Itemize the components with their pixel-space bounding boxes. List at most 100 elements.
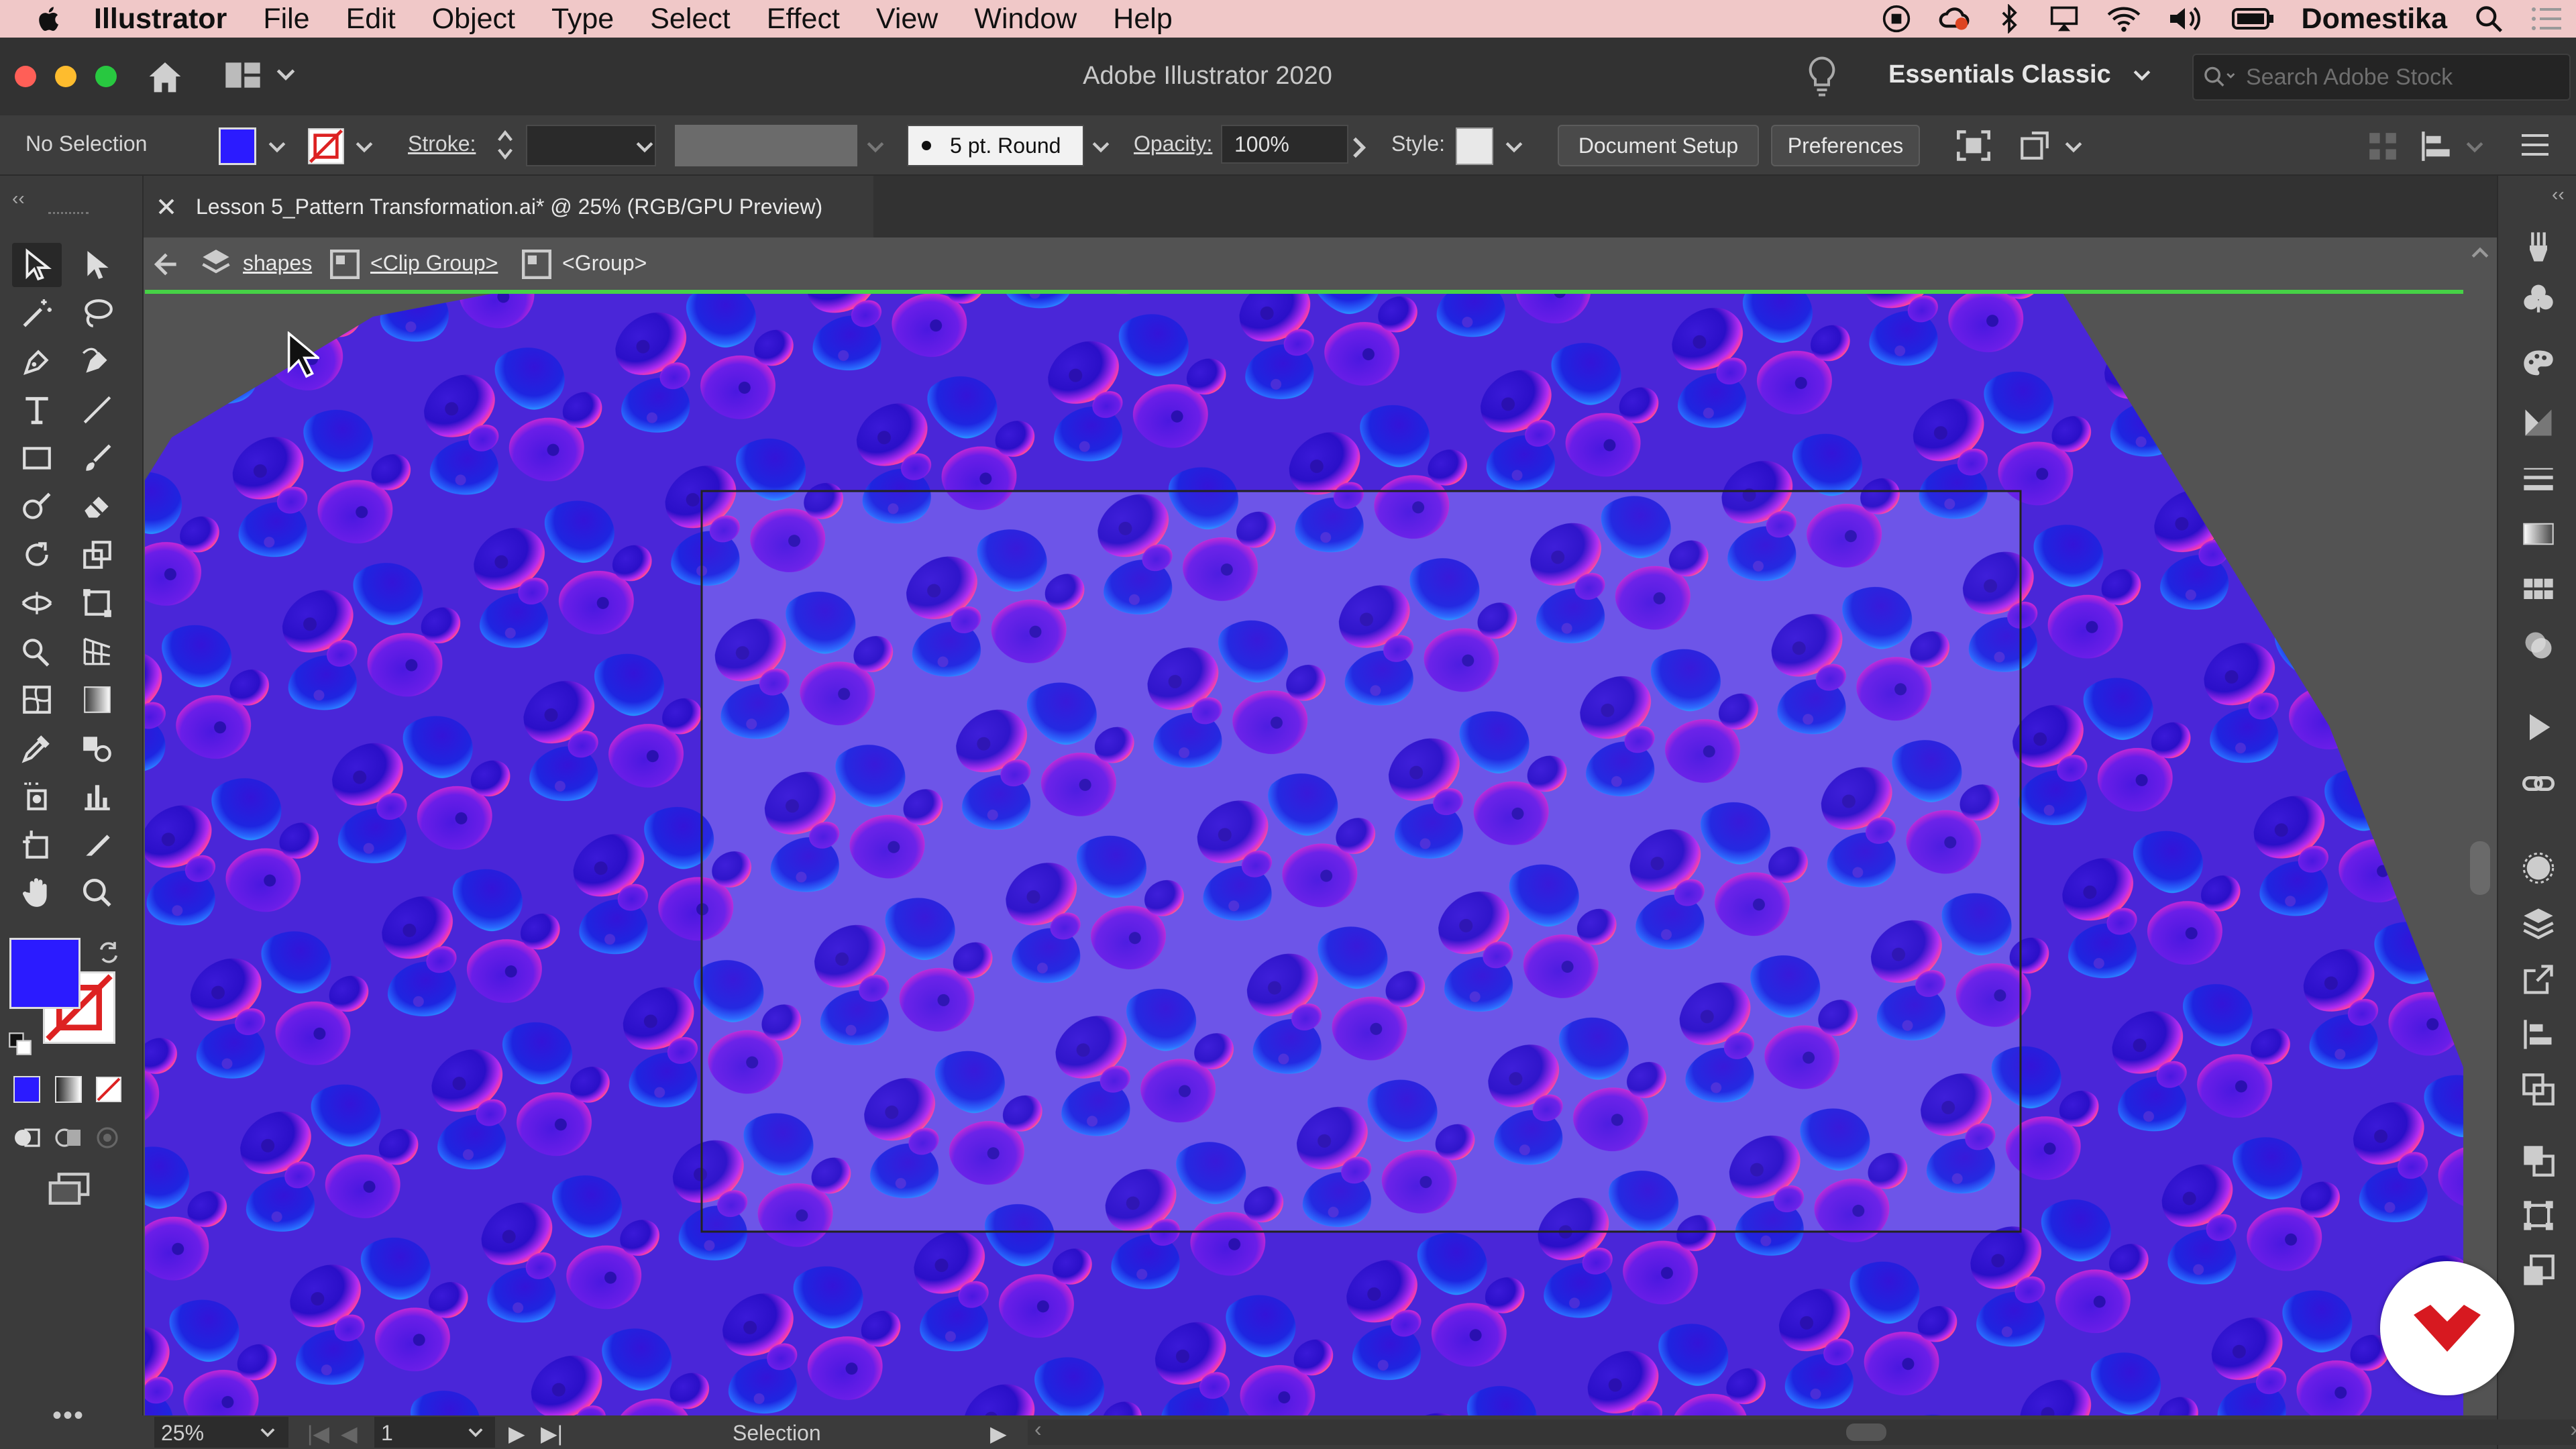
gradient-tool-icon[interactable] [72, 678, 122, 722]
vertical-scroll-thumb[interactable] [2470, 841, 2490, 895]
menu-file[interactable]: File [263, 3, 309, 36]
adobe-stock-search[interactable]: Search Adobe Stock [2192, 54, 2571, 101]
lasso-tool-icon[interactable] [72, 291, 122, 335]
opacity-arrow-icon[interactable] [1352, 137, 1367, 158]
align-chevron-icon[interactable] [2466, 141, 2483, 154]
variable-width-profile[interactable] [675, 125, 857, 166]
align-grid-icon[interactable] [2368, 131, 2398, 161]
first-artboard-icon[interactable]: |◀ [307, 1421, 329, 1446]
color-mode-button[interactable] [13, 1076, 40, 1103]
slice-tool-icon[interactable] [72, 822, 122, 867]
volume-icon[interactable] [2167, 4, 2205, 34]
home-icon[interactable] [146, 59, 184, 94]
lightbulb-icon[interactable] [1809, 56, 1835, 97]
status-menu-arrow-icon[interactable]: ▶ [990, 1421, 1007, 1446]
swap-fill-stroke-icon[interactable] [97, 941, 121, 965]
artboard-tool-icon[interactable] [12, 822, 62, 867]
variable-width-chevron-icon[interactable] [867, 141, 884, 154]
blend-tool-icon[interactable] [72, 726, 122, 770]
appearance-panel-icon[interactable] [2517, 624, 2560, 667]
scale-tool-icon[interactable] [72, 533, 122, 577]
mesh-tool-icon[interactable] [12, 678, 62, 722]
menu-object[interactable]: Object [432, 3, 515, 36]
color-guide-panel-icon[interactable] [2517, 342, 2560, 385]
pen-tool-icon[interactable] [12, 339, 62, 384]
menu-select[interactable]: Select [650, 3, 731, 36]
menu-window[interactable]: Window [974, 3, 1077, 36]
menu-effect[interactable]: Effect [767, 3, 840, 36]
rotate-tool-icon[interactable] [12, 533, 62, 577]
fill-color-swatch[interactable] [219, 127, 256, 165]
width-tool-icon[interactable] [12, 581, 62, 625]
graphic-style-swatch[interactable] [1456, 127, 1493, 165]
horizontal-scroll-thumb[interactable] [1846, 1424, 1886, 1441]
menubar-user[interactable]: Domestika [2302, 3, 2447, 36]
workspace-switcher[interactable]: Essentials Classic [1888, 60, 2111, 89]
fill-chevron-icon[interactable] [268, 141, 286, 154]
symbol-sprayer-tool-icon[interactable] [12, 774, 62, 818]
panel-menu-icon[interactable] [2520, 131, 2551, 158]
column-graph-tool-icon[interactable] [72, 774, 122, 818]
expand-panels-icon[interactable]: ‹‹ [2552, 184, 2565, 205]
eraser-tool-icon[interactable] [72, 484, 122, 529]
airplay-icon[interactable] [2048, 4, 2080, 34]
line-segment-tool-icon[interactable] [72, 388, 122, 432]
zoom-tool-icon[interactable] [72, 871, 122, 915]
rectangle-tool-icon[interactable] [12, 436, 62, 480]
paintbrush-tool-icon[interactable] [72, 436, 122, 480]
spotlight-search-icon[interactable] [2474, 4, 2504, 34]
breadcrumb-layer[interactable]: shapes [243, 251, 312, 276]
brush-definition-field[interactable]: 5 pt. Round [907, 125, 1084, 166]
next-artboard-icon[interactable]: ▶ [508, 1421, 525, 1446]
type-tool-icon[interactable] [12, 388, 62, 432]
direct-selection-tool-icon[interactable] [72, 243, 122, 287]
transform-icon[interactable] [2018, 129, 2051, 162]
document-tab[interactable]: Lesson 5_Pattern Transformation.ai* @ 25… [142, 176, 873, 237]
draw-inside-icon[interactable] [94, 1124, 121, 1151]
stroke-panel-icon[interactable] [2517, 458, 2560, 500]
bluetooth-icon[interactable] [1997, 4, 2021, 34]
transform-panel-icon[interactable] [2517, 1194, 2560, 1237]
shaper-tool-icon[interactable] [12, 484, 62, 529]
window-minimize-button[interactable] [55, 66, 76, 87]
gradient-mode-button[interactable] [55, 1076, 82, 1103]
record-icon[interactable] [1882, 4, 1911, 34]
preferences-button[interactable]: Preferences [1771, 125, 1920, 166]
stroke-weight-chevron-icon[interactable] [636, 141, 653, 154]
draw-normal-icon[interactable] [12, 1124, 42, 1151]
collapse-tools-icon[interactable]: ‹‹ [12, 188, 25, 209]
horizontal-scrollbar[interactable]: ‹ › [1028, 1417, 2576, 1445]
workspace-chevron-icon[interactable] [2133, 68, 2151, 83]
draw-behind-icon[interactable] [54, 1124, 83, 1151]
zoom-chevron-icon[interactable] [260, 1428, 275, 1438]
opacity-field[interactable]: 100% [1221, 125, 1348, 164]
align-left-icon[interactable] [2420, 130, 2453, 162]
brush-chevron-icon[interactable] [1092, 141, 1110, 154]
eyedropper-tool-icon[interactable] [12, 726, 62, 770]
menu-view[interactable]: View [876, 3, 938, 36]
screen-mode-icon[interactable] [47, 1171, 91, 1206]
menu-edit[interactable]: Edit [346, 3, 396, 36]
none-mode-button[interactable] [95, 1076, 122, 1103]
vertical-scrollbar[interactable] [2463, 237, 2497, 1419]
symbols-panel-icon[interactable] [2517, 276, 2560, 319]
notification-center-icon[interactable] [2530, 4, 2563, 34]
brushes-panel-icon[interactable] [2517, 225, 2560, 268]
swatches-panel-icon[interactable] [2517, 569, 2560, 612]
hand-tool-icon[interactable] [12, 871, 62, 915]
magic-wand-tool-icon[interactable] [12, 291, 62, 335]
stroke-label[interactable]: Stroke: [408, 131, 476, 156]
scroll-left-icon[interactable]: ‹ [1034, 1417, 1042, 1442]
breadcrumb-clip-group[interactable]: <Clip Group> [370, 251, 498, 276]
window-close-button[interactable] [15, 66, 36, 87]
asset-export-panel-icon[interactable] [2517, 958, 2560, 1001]
graphic-styles-panel-icon[interactable] [2517, 847, 2560, 890]
default-fill-stroke-icon[interactable] [8, 1032, 32, 1056]
perspective-grid-tool-icon[interactable] [72, 629, 122, 674]
artboard-chevron-icon[interactable] [468, 1428, 483, 1438]
previous-artboard-icon[interactable]: ◀ [341, 1421, 358, 1446]
wifi-icon[interactable] [2107, 4, 2141, 34]
style-chevron-icon[interactable] [1505, 141, 1523, 154]
stroke-chevron-icon[interactable] [356, 141, 373, 154]
stroke-none-swatch-icon[interactable] [307, 127, 345, 165]
